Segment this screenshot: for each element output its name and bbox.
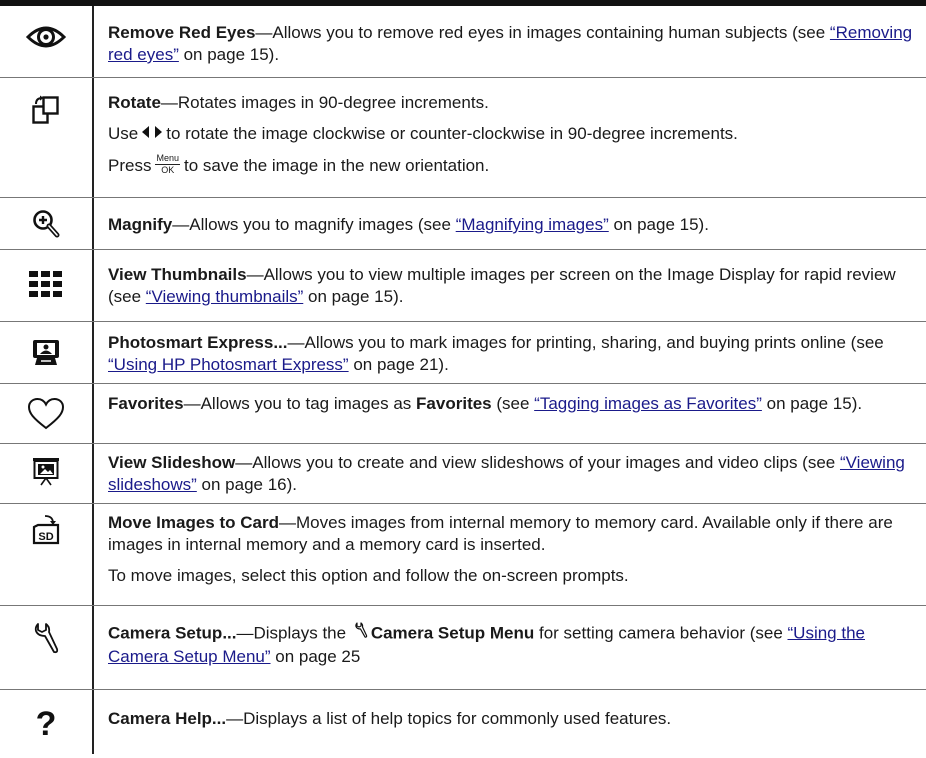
row-text: Move Images to Card—Moves images from in… bbox=[108, 512, 914, 587]
page-ref: on page 15). bbox=[608, 215, 709, 234]
magnify-icon bbox=[26, 204, 66, 244]
heart-icon bbox=[26, 394, 66, 434]
xref-link[interactable]: “Magnifying images” bbox=[456, 215, 609, 234]
row-title: Remove Red Eyes bbox=[108, 23, 256, 42]
row-desc: —Allows you to mark images for printing,… bbox=[287, 333, 884, 352]
svg-text:?: ? bbox=[36, 707, 57, 739]
table-row: Camera Setup...—Displays the Camera Setu… bbox=[0, 606, 926, 689]
row-desc: —Rotates images in 90-degree increments. bbox=[160, 93, 489, 112]
row-text: Favorites—Allows you to tag images as Fa… bbox=[108, 393, 914, 415]
row-text: Rotate—Rotates images in 90-degree incre… bbox=[108, 92, 914, 177]
row-desc: (see bbox=[491, 394, 535, 413]
slideshow-icon bbox=[26, 452, 66, 492]
page-ref: on page 25 bbox=[270, 647, 361, 666]
table-row: ? Camera Help...—Displays a list of help… bbox=[0, 690, 926, 754]
xref-link[interactable]: “Tagging images as Favorites” bbox=[534, 394, 762, 413]
table-row: View Slideshow—Allows you to create and … bbox=[0, 444, 926, 503]
page-ref: on page 16). bbox=[196, 475, 298, 494]
svg-text:SD: SD bbox=[38, 531, 53, 543]
wrench-icon bbox=[26, 618, 66, 658]
instruction-text: Use bbox=[108, 124, 139, 143]
instruction-text: To move images, select this option and f… bbox=[108, 566, 629, 585]
row-title: Favorites bbox=[108, 394, 184, 413]
row-desc: —Allows you to magnify images (see bbox=[172, 215, 456, 234]
row-desc: —Allows you to remove red eyes in images… bbox=[255, 23, 830, 42]
menu-ok-button-icon: Menu OK bbox=[155, 152, 180, 175]
page-ref: on page 15). bbox=[761, 394, 863, 413]
table-row: View Thumbnails—Allows you to view multi… bbox=[0, 250, 926, 321]
row-desc-bold: Favorites bbox=[416, 394, 492, 413]
eye-icon bbox=[26, 17, 66, 57]
row-title: Rotate bbox=[108, 93, 161, 112]
row-title: Camera Setup... bbox=[108, 623, 237, 643]
row-desc: —Displays the bbox=[236, 623, 351, 643]
sd-card-icon: SD bbox=[26, 510, 66, 550]
row-desc: —Allows you to tag images as bbox=[183, 394, 417, 413]
thumbnails-icon bbox=[26, 264, 66, 304]
row-title: Photosmart Express... bbox=[108, 333, 288, 352]
instruction-text: Press bbox=[108, 155, 152, 175]
photosmart-express-icon bbox=[26, 332, 66, 372]
page-ref: on page 15). bbox=[178, 45, 280, 64]
row-text: Magnify—Allows you to magnify images (se… bbox=[108, 214, 914, 236]
help-icon: ? bbox=[26, 703, 66, 743]
xref-link[interactable]: “Using HP Photosmart Express” bbox=[108, 355, 349, 374]
ok-label: OK bbox=[161, 164, 175, 175]
row-title: Move Images to Card bbox=[108, 513, 279, 532]
row-desc: for setting camera behavior (see bbox=[534, 623, 788, 643]
row-title: View Thumbnails bbox=[108, 265, 247, 284]
row-title: View Slideshow bbox=[108, 453, 236, 472]
table-row: Photosmart Express...—Allows you to mark… bbox=[0, 322, 926, 383]
table-row: Remove Red Eyes—Allows you to remove red… bbox=[0, 6, 926, 77]
row-text: Photosmart Express...—Allows you to mark… bbox=[108, 332, 914, 376]
table-row: Favorites—Allows you to tag images as Fa… bbox=[0, 384, 926, 443]
row-text: Camera Help...—Displays a list of help t… bbox=[108, 708, 914, 730]
left-right-arrows-icon bbox=[141, 123, 163, 145]
row-desc: —Allows you to create and view slideshow… bbox=[235, 453, 840, 472]
row-text: Camera Setup...—Displays the Camera Setu… bbox=[108, 622, 914, 668]
xref-link[interactable]: “Viewing thumbnails” bbox=[146, 287, 303, 306]
menu-label: Menu bbox=[155, 152, 180, 165]
row-text: Remove Red Eyes—Allows you to remove red… bbox=[108, 22, 914, 66]
page-ref: on page 21). bbox=[348, 355, 449, 374]
rotate-icon bbox=[26, 90, 66, 130]
feature-table: Remove Red Eyes—Allows you to remove red… bbox=[0, 0, 926, 758]
wrench-icon bbox=[354, 621, 368, 645]
row-text: View Thumbnails—Allows you to view multi… bbox=[108, 264, 914, 308]
instruction-text: to save the image in the new orientation… bbox=[183, 155, 490, 175]
row-title: Magnify bbox=[108, 215, 173, 234]
row-text: View Slideshow—Allows you to create and … bbox=[108, 452, 914, 496]
table-row: Rotate—Rotates images in 90-degree incre… bbox=[0, 78, 926, 197]
instruction-text: to rotate the image clockwise or counter… bbox=[166, 124, 738, 143]
row-desc: —Displays a list of help topics for comm… bbox=[226, 709, 672, 728]
row-desc-bold: Camera Setup Menu bbox=[370, 623, 535, 643]
table-row: Magnify—Allows you to magnify images (se… bbox=[0, 198, 926, 249]
table-row: SD Move Images to Card—Moves images from… bbox=[0, 504, 926, 605]
page-ref: on page 15). bbox=[303, 287, 404, 306]
row-title: Camera Help... bbox=[108, 709, 227, 728]
